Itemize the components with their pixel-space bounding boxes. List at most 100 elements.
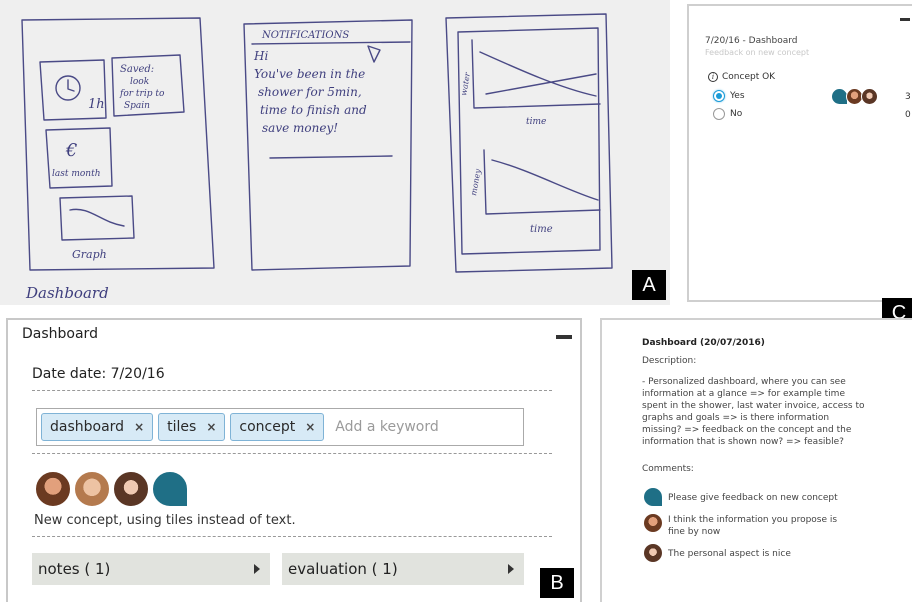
poll-option-label: No [730, 109, 743, 119]
triangle-right-icon [254, 564, 260, 574]
sketch-saved-line-1: Saved: [120, 64, 154, 75]
keyword-chip-label: dashboard [50, 419, 125, 435]
poll-question: i Concept OK [708, 72, 775, 82]
description-line: missing? => feedback on the concept and … [642, 425, 852, 435]
no-count: 0 [905, 110, 911, 120]
yes-radio[interactable] [713, 90, 725, 102]
divider [32, 453, 552, 454]
sketch-money-tile [45, 127, 113, 189]
avatar [861, 88, 878, 105]
minimize-button[interactable] [556, 335, 572, 339]
participant-avatars [34, 470, 189, 508]
description-line: spent in the shower, last water invoice,… [642, 401, 865, 411]
sketch-euro-icon: € [65, 140, 77, 161]
poll-option-label: Yes [730, 91, 745, 101]
description-line: information that is shown now? => feasib… [642, 437, 844, 447]
panel-label-b: B [540, 568, 574, 598]
description-label: Description: [642, 356, 697, 366]
no-radio[interactable] [713, 108, 725, 120]
comments-label: Comments: [642, 464, 694, 474]
remove-keyword-icon[interactable]: × [134, 420, 144, 434]
sketch-heart-icon [367, 45, 381, 63]
card-description: New concept, using tiles instead of text… [34, 513, 296, 528]
sketch-notification-line-2: You've been in the [254, 67, 365, 81]
sketch-notification-line-4: time to finish and [260, 103, 367, 117]
poll-option-no[interactable]: No [713, 108, 742, 120]
sketch-top-x-label: time [526, 117, 546, 127]
remove-keyword-icon[interactable]: × [206, 420, 216, 434]
avatar [644, 488, 662, 506]
triangle-right-icon [508, 564, 514, 574]
avatar[interactable] [151, 470, 189, 508]
description-text: - Personalized dashboard, where you can … [642, 376, 882, 448]
detail-panel: Dashboard (20/07/2016) Description: - Pe… [600, 318, 912, 602]
comment-line: I think the information you propose is [668, 515, 838, 525]
evaluation-label: evaluation ( 1) [288, 560, 398, 578]
evaluation-button[interactable]: evaluation ( 1) [282, 553, 524, 585]
comment-item: I think the information you propose is f… [644, 514, 837, 538]
sketch-footer-caption: Dashboard [25, 284, 109, 302]
sketch-phone-left [21, 17, 215, 271]
avatar [644, 514, 662, 532]
sketch-drawing: 1h Saved: look for trip to Spain € last … [21, 13, 613, 302]
comment-item: Please give feedback on new concept [644, 488, 838, 506]
poll-panel: 7/20/16 - Dashboard Feedback on new conc… [687, 4, 912, 302]
sketch-graph-caption: Graph [72, 248, 107, 261]
sketch-bottom-x-label: time [530, 224, 553, 235]
keyword-field[interactable]: dashboard × tiles × concept × [36, 408, 524, 446]
keyword-input[interactable] [335, 419, 516, 435]
panel-label-a: A [632, 270, 666, 300]
comment-line: fine by now [668, 527, 721, 537]
sketch-top-y-label: water [459, 71, 472, 97]
sketch-graph-tile [59, 195, 135, 241]
remove-keyword-icon[interactable]: × [305, 420, 315, 434]
sketch-saved-line-2: look [130, 77, 149, 87]
comment-item: The personal aspect is nice [644, 544, 791, 562]
sketch-money-caption: last month [52, 169, 101, 179]
sketch-phone-middle [243, 19, 413, 271]
comment-text: I think the information you propose is f… [668, 514, 837, 538]
avatar [644, 544, 662, 562]
yes-count: 3 [905, 92, 911, 102]
sketch-saved-line-3: for trip to [119, 89, 165, 99]
description-line: information at a glance => for example t… [642, 389, 845, 399]
sketch-top-chart-axes [471, 39, 601, 109]
voter-avatars [831, 88, 878, 105]
keyword-chip-label: concept [239, 419, 296, 435]
detail-title: Dashboard (20/07/2016) [642, 338, 765, 348]
poll-question-label: Concept OK [722, 72, 776, 82]
description-line: - Personalized dashboard, where you can … [642, 377, 846, 387]
sketch-clock-caption: 1h [88, 97, 105, 112]
avatar[interactable] [73, 470, 111, 508]
notes-label: notes ( 1) [38, 560, 111, 578]
description-line: graphs and goals => is there information [642, 413, 830, 423]
dashboard-card: Dashboard Date date: 7/20/16 dashboard ×… [6, 318, 582, 602]
avatar[interactable] [112, 470, 150, 508]
sketch-notification-line-3: shower for 5min, [258, 85, 362, 99]
sketch-bottom-y-label: money [469, 168, 483, 196]
info-icon: i [708, 72, 718, 82]
avatar[interactable] [34, 470, 72, 508]
notes-button[interactable]: notes ( 1) [32, 553, 270, 585]
keyword-chip-label: tiles [167, 419, 197, 435]
poll-option-yes[interactable]: Yes [713, 90, 745, 102]
poll-subtitle: Feedback on new concept [705, 48, 810, 57]
sketch-notification-line-5: save money! [262, 121, 338, 135]
sketch-phone-right [445, 13, 613, 273]
comment-line: Please give feedback on new concept [668, 493, 838, 503]
sketch-notification-line-1: Hi [253, 49, 268, 63]
sketch-bottom-chart-axes [483, 149, 601, 215]
minimize-button[interactable] [900, 18, 910, 21]
poll-title: 7/20/16 - Dashboard [705, 36, 798, 46]
comment-text: Please give feedback on new concept [668, 488, 838, 504]
keyword-chip[interactable]: concept × [230, 413, 325, 441]
comment-line: The personal aspect is nice [668, 549, 791, 559]
keyword-chip[interactable]: dashboard × [41, 413, 154, 441]
comment-text: The personal aspect is nice [668, 544, 791, 560]
keyword-chip[interactable]: tiles × [158, 413, 226, 441]
divider [32, 536, 552, 537]
card-title: Dashboard [22, 326, 98, 342]
sketch-notifications-title: NOTIFICATIONS [261, 30, 349, 41]
sketch-panel: 1h Saved: look for trip to Spain € last … [0, 0, 670, 305]
divider [32, 390, 552, 391]
